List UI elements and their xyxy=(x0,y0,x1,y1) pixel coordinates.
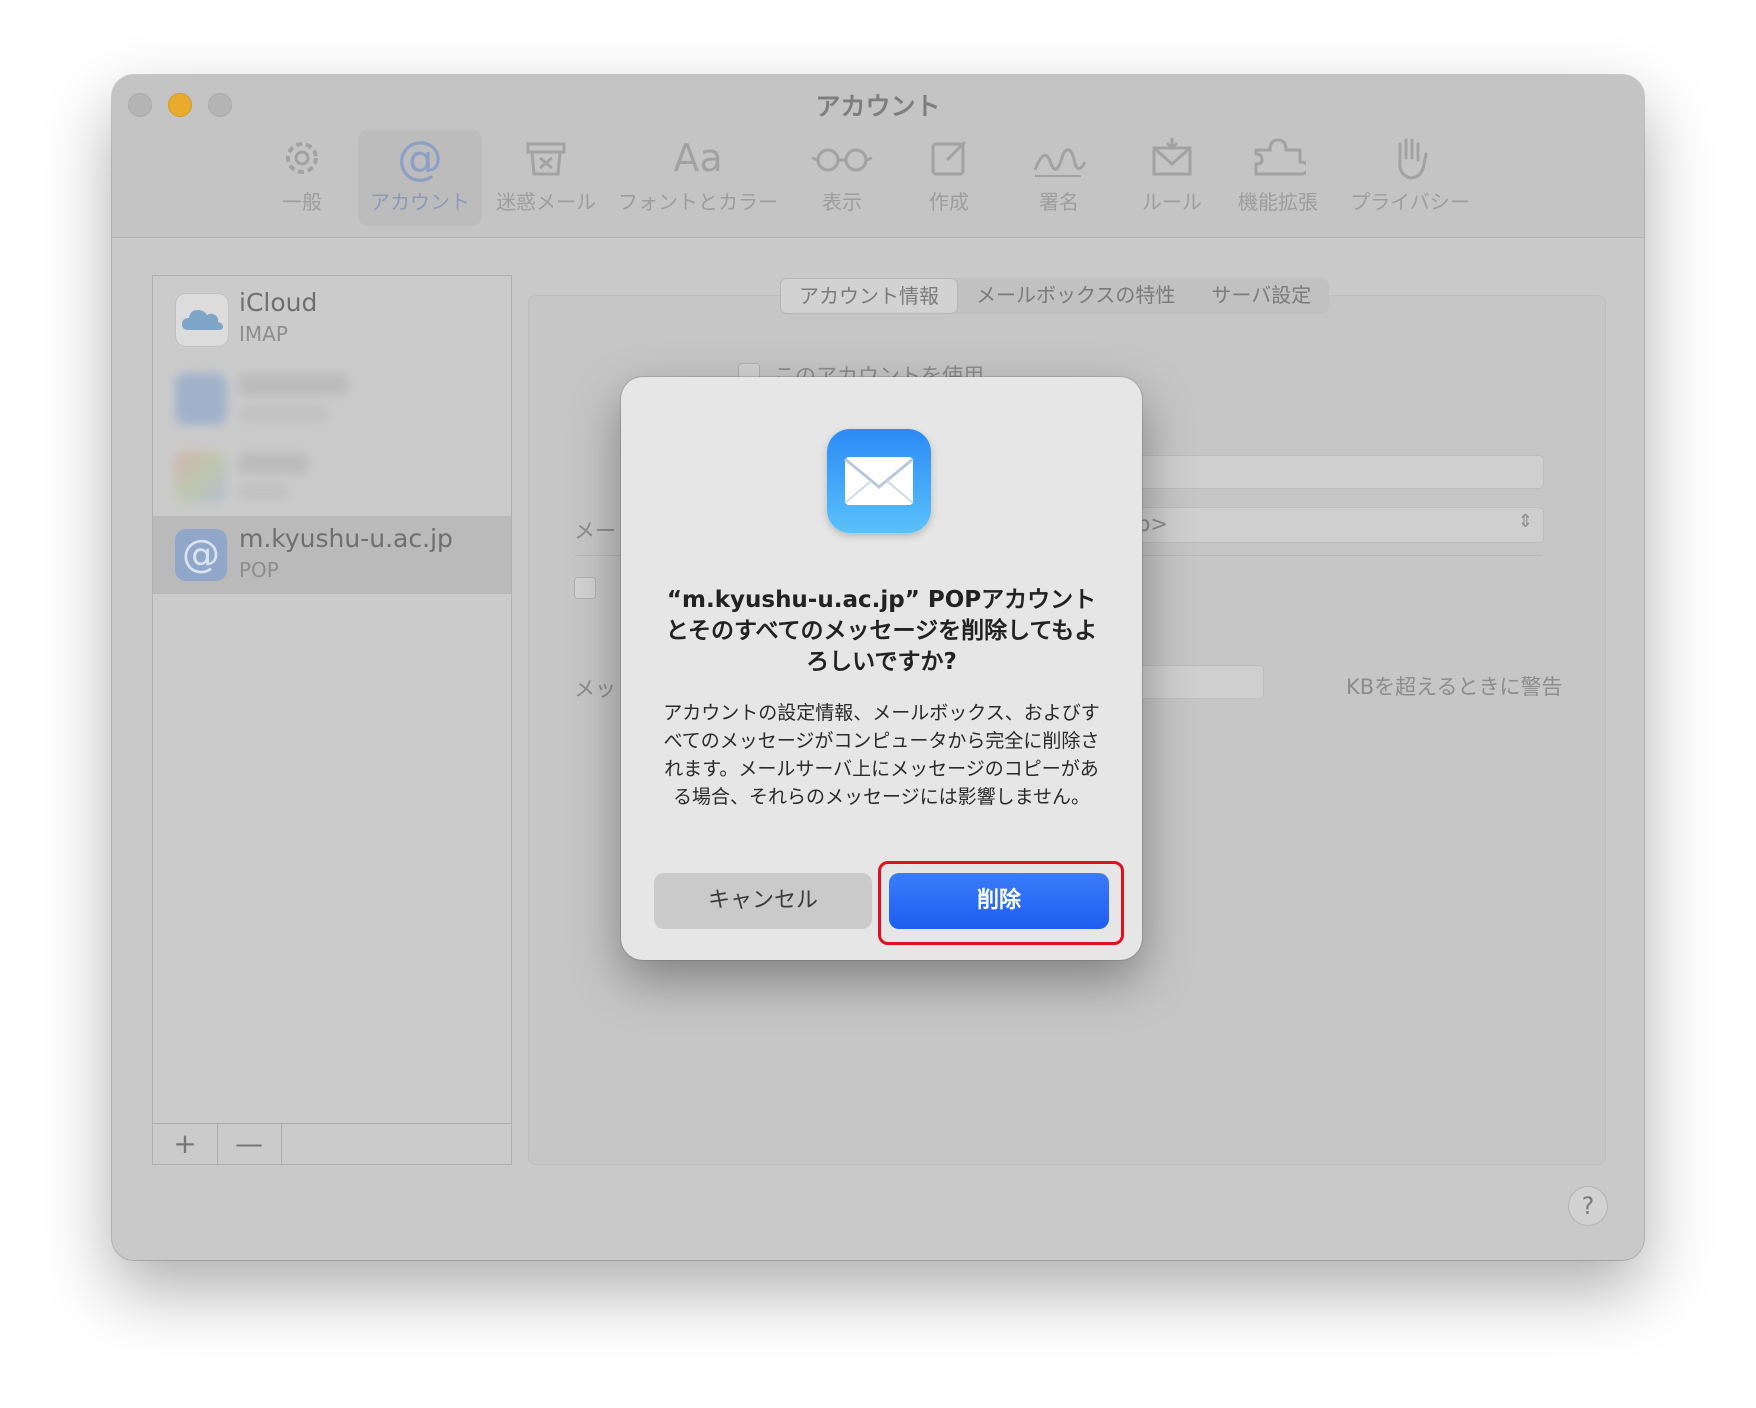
signature-icon xyxy=(1024,130,1094,186)
help-button[interactable]: ? xyxy=(1568,1186,1608,1226)
toolbar-privacy[interactable]: プライバシー xyxy=(1344,130,1476,226)
toolbar-view[interactable]: 表示 xyxy=(802,130,882,226)
option-checkbox[interactable] xyxy=(574,577,596,599)
junk-tray-icon xyxy=(494,130,598,186)
exchange-icon xyxy=(175,373,227,425)
sidebar-bottom-bar: + — xyxy=(153,1123,511,1164)
fonts-icon: Aa xyxy=(673,136,723,180)
account-row-kyushu[interactable]: @ m.kyushu-u.ac.jp POP xyxy=(153,516,511,594)
toolbar-compose[interactable]: 作成 xyxy=(914,130,984,226)
toolbar-accounts[interactable]: @ アカウント xyxy=(358,130,482,226)
at-icon: @ xyxy=(175,529,227,581)
toolbar-junk[interactable]: 迷惑メール xyxy=(494,130,598,226)
account-row-exchange[interactable] xyxy=(153,360,511,438)
chevron-updown-icon: ⇕ xyxy=(1517,511,1533,532)
size-warning-label: KBを超えるときに警告 xyxy=(1346,675,1563,699)
titlebar: アカウント 一般 @ アカウント 迷惑メール Aa フォントとカラー 表示 作成… xyxy=(112,75,1644,238)
hand-icon xyxy=(1344,130,1476,186)
message-size-label: メッ xyxy=(574,677,616,701)
toolbar-extensions[interactable]: 機能拡張 xyxy=(1228,130,1328,226)
delete-button-highlight xyxy=(878,861,1124,945)
toolbar-signature[interactable]: 署名 xyxy=(1024,130,1094,226)
rules-icon xyxy=(1132,130,1212,186)
mail-address-label: メー xyxy=(574,519,616,543)
account-row-icloud[interactable]: iCloud IMAP xyxy=(153,280,511,358)
mail-icon xyxy=(827,429,931,533)
dialog-message: アカウントの設定情報、メールボックス、およびすべてのメッセージがコンピュータから… xyxy=(663,702,1100,808)
dialog-title: “m.kyushu-u.ac.jp” POPアカウントとそのすべてのメッセージを… xyxy=(665,587,1098,675)
accounts-sidebar: iCloud IMAP @ m.kyushu-u.ac.jp POP + — xyxy=(152,275,512,1165)
puzzle-icon xyxy=(1228,130,1328,186)
delete-account-dialog: “m.kyushu-u.ac.jp” POPアカウントとそのすべてのメッセージを… xyxy=(621,377,1142,960)
segmented-tabs: アカウント情報 メールボックスの特性 サーバ設定 xyxy=(780,278,1330,314)
add-account-button[interactable]: + xyxy=(153,1124,218,1164)
cancel-button[interactable]: キャンセル xyxy=(654,873,872,929)
toolbar-fonts[interactable]: Aa フォントとカラー xyxy=(612,130,784,226)
toolbar-general[interactable]: 一般 xyxy=(262,130,342,226)
google-icon xyxy=(175,451,227,503)
at-icon: @ xyxy=(397,131,443,185)
glasses-icon xyxy=(802,130,882,186)
account-row-google[interactable] xyxy=(153,438,511,516)
window-title: アカウント xyxy=(815,92,941,121)
remove-account-button[interactable]: — xyxy=(217,1124,282,1164)
gear-icon xyxy=(262,130,342,186)
icloud-icon xyxy=(175,293,229,347)
tab-mailbox-behaviors[interactable]: メールボックスの特性 xyxy=(958,278,1193,314)
tab-server-settings[interactable]: サーバ設定 xyxy=(1193,278,1329,314)
tab-account-info[interactable]: アカウント情報 xyxy=(780,278,958,314)
compose-icon xyxy=(914,130,984,186)
toolbar-rules[interactable]: ルール xyxy=(1132,130,1212,226)
